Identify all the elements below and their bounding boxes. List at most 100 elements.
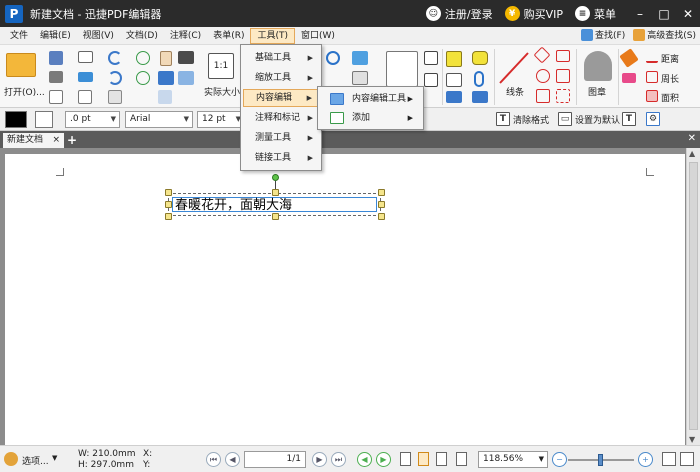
distance-label[interactable]: 距离 (661, 52, 679, 65)
continuous-view-icon[interactable] (418, 452, 429, 466)
vertical-scrollbar[interactable]: ▲ ▼ (686, 148, 700, 445)
font-family-select[interactable]: Arial ▼ (125, 111, 193, 128)
undo-icon[interactable] (108, 51, 122, 65)
open-folder-icon[interactable] (6, 53, 36, 77)
underline-icon[interactable] (446, 91, 462, 103)
print-icon[interactable] (49, 71, 63, 83)
continuous-facing-view-icon[interactable] (456, 452, 467, 466)
last-page-button[interactable]: ⏭ (331, 452, 346, 467)
tab-new-document[interactable]: 新建文档 × (3, 133, 64, 148)
tools-menu-basic-tools[interactable]: 基础工具 ▶ (243, 49, 319, 67)
menu-file[interactable]: 文件 (4, 28, 34, 44)
scroll-down-icon[interactable]: ▼ (689, 435, 695, 444)
page-number-input[interactable]: 1/1 (244, 451, 306, 468)
tools-menu-link-tools[interactable]: 链接工具 ▶ (243, 149, 319, 167)
maximize-button[interactable]: □ (652, 0, 676, 27)
set-default-button[interactable]: ▭ 设置为默认 (558, 112, 620, 126)
text-content[interactable]: 春暖花开，面朝大海 (172, 197, 377, 213)
minimize-button[interactable]: – (628, 0, 652, 27)
select-text-icon[interactable] (158, 71, 174, 85)
advanced-find-button[interactable]: 高级查找(S) (633, 28, 696, 41)
tab-close-icon[interactable]: × (52, 133, 60, 148)
typewriter-icon[interactable] (424, 73, 438, 87)
zoom-level-select[interactable]: 118.56% ▼ (478, 451, 548, 468)
resize-handle-se[interactable] (378, 213, 385, 220)
text-box-icon[interactable] (424, 51, 438, 65)
close-window-button[interactable]: ✕ (676, 0, 700, 27)
history-forward-button[interactable]: ▶ (376, 452, 391, 467)
options-button[interactable]: 选项... (22, 454, 49, 467)
highlight-text-icon[interactable] (446, 51, 462, 67)
zoom-in-icon[interactable] (326, 51, 340, 65)
polygon-line-icon[interactable] (556, 50, 570, 62)
zoom-out-button[interactable]: − (552, 452, 567, 467)
menu-document[interactable]: 文档(D) (120, 28, 164, 44)
line-tool-label[interactable]: 线条 (506, 85, 524, 98)
zoom-in-button[interactable]: + (638, 452, 653, 467)
clear-format-button[interactable]: T 清除格式 (496, 112, 549, 126)
new-tab-button[interactable]: + (67, 134, 77, 146)
perimeter-icon[interactable] (646, 71, 658, 83)
perimeter-label[interactable]: 周长 (661, 72, 679, 85)
history-back-button[interactable]: ◀ (357, 452, 372, 467)
copy-icon[interactable] (108, 90, 122, 104)
redo-icon[interactable] (108, 71, 122, 85)
sound-icon[interactable] (472, 91, 488, 103)
menu-window[interactable]: 窗口(W) (295, 28, 341, 44)
distance-icon[interactable] (646, 51, 658, 63)
zoom-slider-thumb[interactable] (598, 454, 603, 466)
area-icon[interactable] (646, 90, 658, 102)
rotation-handle[interactable] (272, 174, 279, 181)
stamp-icon[interactable] (584, 51, 612, 81)
tools-menu-comment-markup[interactable]: 注释和标记 ▶ (243, 109, 319, 127)
select-image-icon[interactable] (178, 71, 194, 85)
email-icon[interactable] (78, 51, 93, 63)
next-page-button[interactable]: ▶ (312, 452, 327, 467)
properties-settings-button[interactable]: ⚙ (646, 112, 663, 126)
resize-handle-n[interactable] (272, 189, 279, 196)
attach-file-icon[interactable] (474, 71, 484, 87)
fit-page-icon[interactable] (662, 452, 676, 466)
menu-form[interactable]: 表单(R) (207, 28, 250, 44)
resize-handle-w[interactable] (165, 201, 172, 208)
color-swatch[interactable] (5, 111, 27, 128)
find-button[interactable]: 查找(F) (581, 28, 625, 41)
line-tool-icon[interactable] (498, 51, 530, 85)
resize-handle-nw[interactable] (165, 189, 172, 196)
resize-handle-s[interactable] (272, 213, 279, 220)
scrollbar-thumb[interactable] (689, 162, 698, 430)
back-icon[interactable] (136, 51, 150, 65)
main-menu-button[interactable]: ≡ 菜单 (575, 6, 616, 22)
hand-tool-icon[interactable] (160, 51, 172, 66)
options-gear-icon[interactable] (4, 452, 18, 466)
pencil-icon[interactable] (619, 48, 639, 68)
buy-vip-button[interactable]: ¥ 购买VIP (504, 6, 563, 22)
note-icon[interactable] (472, 51, 488, 65)
options-arrow-icon[interactable]: ▼ (52, 454, 57, 462)
fit-width-icon[interactable] (680, 452, 694, 466)
eraser-icon[interactable] (622, 73, 636, 83)
previous-page-button[interactable]: ◀ (225, 452, 240, 467)
tools-menu-zoom-tools[interactable]: 缩放工具 ▶ (243, 69, 319, 87)
text-check-button[interactable]: T (622, 112, 639, 126)
oval-tool-icon[interactable] (536, 69, 550, 83)
forward-icon[interactable] (136, 71, 150, 85)
menu-tools[interactable]: 工具(T) (250, 27, 295, 44)
line-width-select[interactable]: .0 pt ▼ (65, 111, 120, 128)
properties-icon[interactable] (78, 90, 92, 104)
tools-menu-content-edit[interactable]: 内容编辑 ▶ (243, 89, 319, 107)
actual-size-icon[interactable]: 1:1 (208, 53, 234, 79)
single-page-view-icon[interactable] (400, 452, 411, 466)
close-all-tabs-button[interactable]: ✕ (688, 133, 696, 144)
edit-image-icon[interactable] (352, 51, 368, 65)
actual-size-label[interactable]: 实际大小 (204, 85, 240, 98)
resize-handle-e[interactable] (378, 201, 385, 208)
rectangle-tool-icon[interactable] (536, 89, 550, 103)
fill-color-swatch[interactable] (35, 111, 53, 128)
resize-handle-sw[interactable] (165, 213, 172, 220)
scan-icon[interactable] (78, 72, 93, 82)
menu-comment[interactable]: 注释(C) (164, 28, 207, 44)
facing-view-icon[interactable] (436, 452, 447, 466)
add-text-icon[interactable] (352, 71, 368, 85)
arrow-tool-icon[interactable] (533, 46, 551, 64)
